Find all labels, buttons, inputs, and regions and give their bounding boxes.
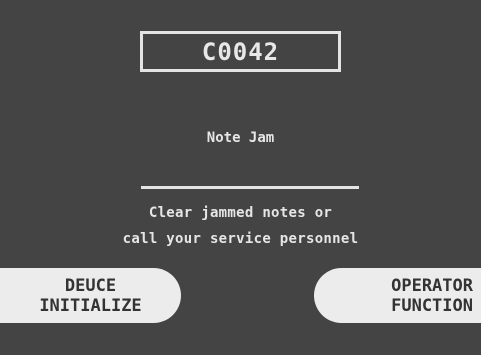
error-title: Note Jam	[206, 130, 275, 146]
atm-screen: C0042 Note Jam Clear jammed notes or cal…	[0, 0, 481, 355]
error-code-box: C0042	[140, 31, 341, 72]
error-message-line-2: call your service personnel	[122, 231, 359, 247]
operator-function-label-line-2: FUNCTION	[391, 295, 473, 316]
operator-function-label-line-1: OPERATOR	[391, 275, 473, 296]
deuce-initialize-label-line-1: DEUCE	[64, 275, 117, 296]
divider	[141, 186, 359, 189]
error-message-line-1: Clear jammed notes or	[148, 205, 333, 221]
operator-function-button[interactable]: OPERATOR FUNCTION	[314, 268, 481, 323]
deuce-initialize-label-line-2: INITIALIZE	[39, 295, 142, 316]
error-code: C0042	[201, 37, 280, 66]
deuce-initialize-button[interactable]: DEUCE INITIALIZE	[0, 268, 181, 323]
